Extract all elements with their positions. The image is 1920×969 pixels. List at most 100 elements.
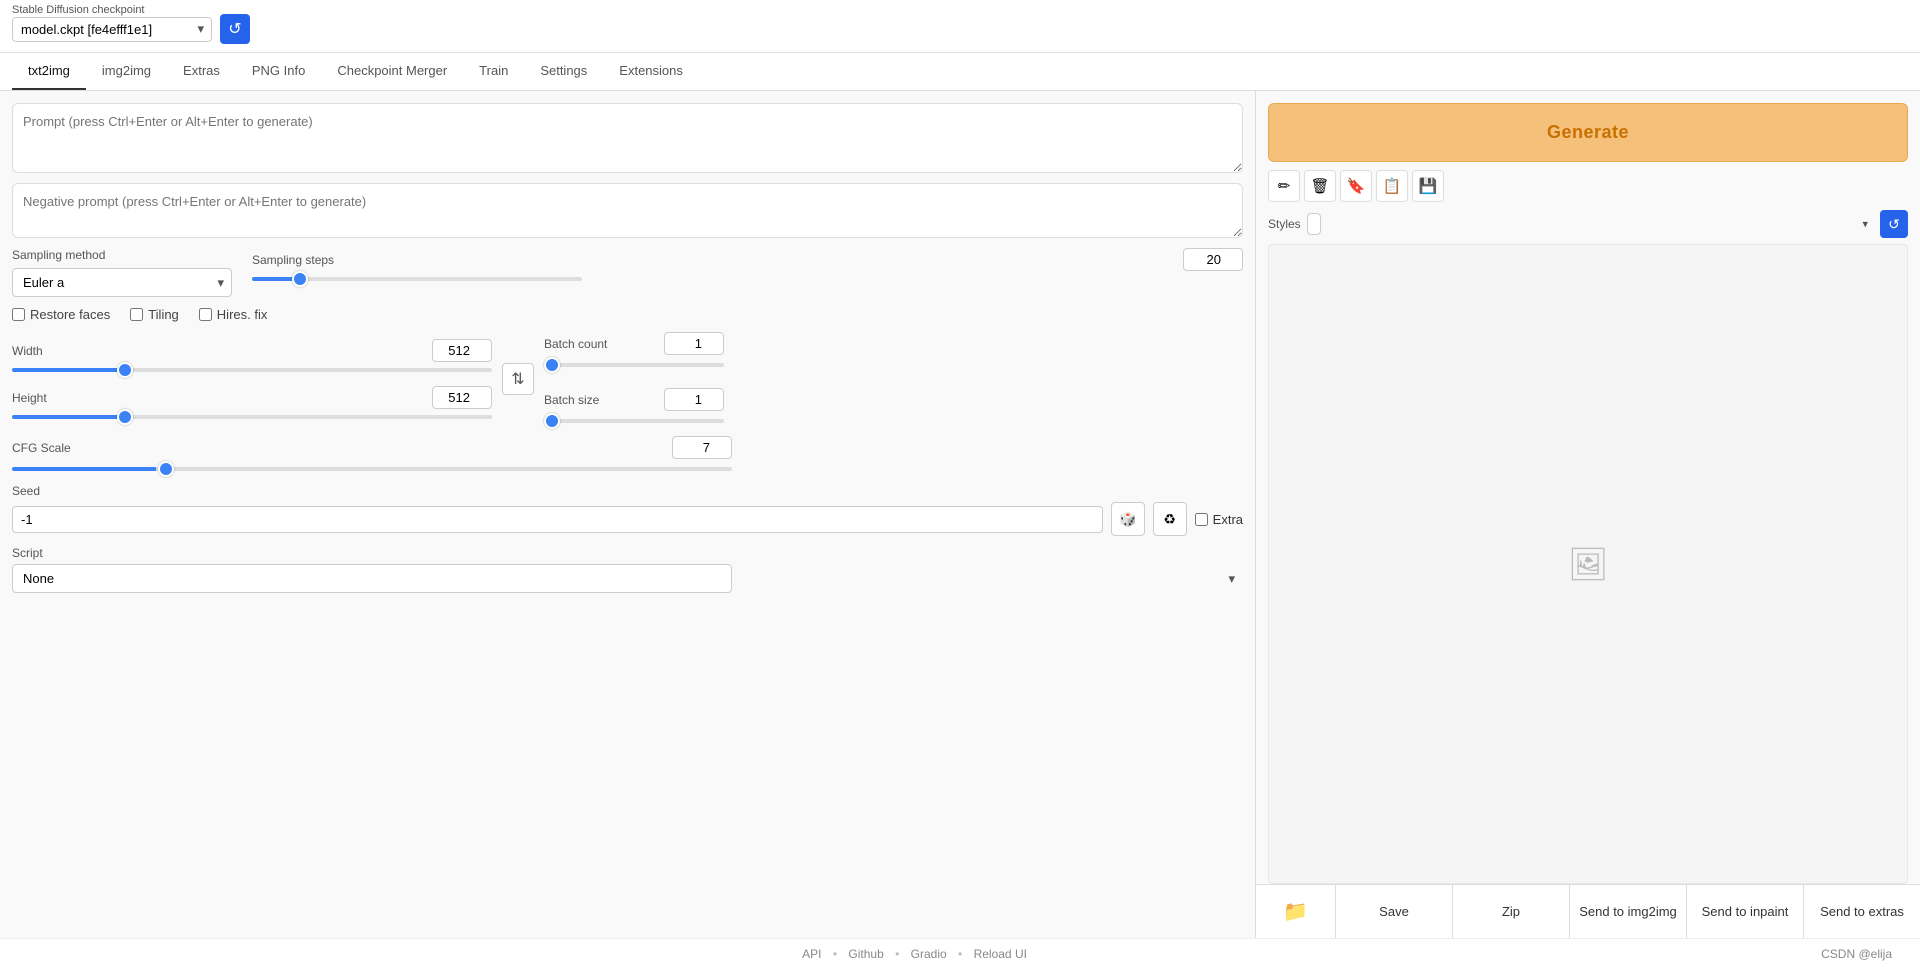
styles-refresh-button[interactable]: ↺ <box>1880 210 1908 238</box>
positive-prompt-input[interactable] <box>12 103 1243 173</box>
main-content: Sampling method Euler a Euler LMS Heun D… <box>0 91 1920 938</box>
script-select-wrapper: None <box>12 564 1243 593</box>
right-panel: Generate ✏ 🗑 🔖 📋 💾 Styles ↺ <box>1255 91 1920 938</box>
open-folder-button[interactable]: 📁 <box>1256 885 1336 938</box>
zip-button[interactable]: Zip <box>1453 885 1570 938</box>
sampling-method-select[interactable]: Euler a Euler LMS Heun DPM2 DPM++ 2M DDI… <box>12 268 232 297</box>
tab-checkpoint-merger[interactable]: Checkpoint Merger <box>321 53 463 90</box>
restore-faces-checkbox-label[interactable]: Restore faces <box>12 307 110 322</box>
image-preview-area: 🖼 <box>1268 244 1908 884</box>
sampling-steps-label: Sampling steps <box>252 253 334 267</box>
dimensions-section: Width Height ⇅ Batch count <box>12 332 724 426</box>
seed-extra-checkbox[interactable] <box>1195 513 1208 526</box>
tab-img2img[interactable]: img2img <box>86 53 167 90</box>
tab-bar: txt2img img2img Extras PNG Info Checkpoi… <box>0 53 1920 91</box>
styles-select-wrapper <box>1307 213 1874 235</box>
sampling-steps-group: Sampling steps <box>252 248 1243 281</box>
hires-fix-checkbox[interactable] <box>199 308 212 321</box>
seed-section: Seed 🎲 ♻ Extra <box>12 484 1243 536</box>
checkpoint-label: Stable Diffusion checkpoint <box>12 4 145 16</box>
seed-extra-text: Extra <box>1213 512 1243 527</box>
seed-dice-button[interactable]: 🎲 <box>1111 502 1145 536</box>
restore-faces-checkbox[interactable] <box>12 308 25 321</box>
tab-settings[interactable]: Settings <box>524 53 603 90</box>
footer-github-link[interactable]: Github <box>848 947 883 961</box>
hires-fix-checkbox-label[interactable]: Hires. fix <box>199 307 268 322</box>
checkpoint-refresh-button[interactable]: ↺ <box>220 14 250 44</box>
hires-fix-label: Hires. fix <box>217 307 268 322</box>
height-number[interactable] <box>432 386 492 409</box>
sampling-steps-number[interactable] <box>1183 248 1243 271</box>
width-label: Width <box>12 344 43 358</box>
cfg-scale-label: CFG Scale <box>12 441 71 455</box>
footer-credit: CSDN @elija <box>1821 947 1892 961</box>
script-section: Script None <box>12 546 1243 593</box>
save-icon-button[interactable]: 💾 <box>1412 170 1444 202</box>
seed-input[interactable] <box>12 506 1103 533</box>
bookmark-button[interactable]: 🔖 <box>1340 170 1372 202</box>
model-select[interactable]: model.ckpt [fe4efff1e1] <box>12 17 212 42</box>
styles-select[interactable] <box>1307 213 1321 235</box>
toolbar-row: ✏ 🗑 🔖 📋 💾 <box>1268 170 1908 202</box>
left-panel: Sampling method Euler a Euler LMS Heun D… <box>0 91 1255 938</box>
styles-label: Styles <box>1268 217 1301 231</box>
footer-dot-1: • <box>833 947 837 961</box>
seed-recycle-button[interactable]: ♻ <box>1153 502 1187 536</box>
save-button[interactable]: Save <box>1336 885 1453 938</box>
sampling-steps-slider[interactable] <box>252 277 582 281</box>
sampling-row: Sampling method Euler a Euler LMS Heun D… <box>12 248 1243 297</box>
footer-reload-link[interactable]: Reload UI <box>974 947 1027 961</box>
send-to-extras-button[interactable]: Send to extras <box>1804 885 1920 938</box>
footer-dot-3: • <box>958 947 962 961</box>
batch-section: Batch count Batch size <box>544 332 724 426</box>
batch-count-slider[interactable] <box>544 363 724 367</box>
batch-count-group: Batch count <box>544 332 724 370</box>
batch-size-number[interactable] <box>664 388 724 411</box>
batch-size-group: Batch size <box>544 388 724 426</box>
width-group: Width Height <box>12 339 492 419</box>
height-label: Height <box>12 391 47 405</box>
footer-api-link[interactable]: API <box>802 947 821 961</box>
styles-row: Styles ↺ <box>1268 210 1908 238</box>
footer-gradio-link[interactable]: Gradio <box>911 947 947 961</box>
send-to-inpaint-button[interactable]: Send to inpaint <box>1687 885 1804 938</box>
tiling-label: Tiling <box>148 307 179 322</box>
dimensions-batch-row: Width Height ⇅ Batch count <box>12 332 1243 426</box>
footer: API • Github • Gradio • Reload UI CSDN @… <box>0 938 1920 969</box>
image-placeholder-icon: 🖼 <box>1568 545 1609 583</box>
script-select[interactable]: None <box>12 564 732 593</box>
swap-dimensions-button[interactable]: ⇅ <box>502 363 534 395</box>
top-bar: Stable Diffusion checkpoint model.ckpt [… <box>0 0 1920 53</box>
cfg-scale-number[interactable] <box>672 436 732 459</box>
tab-txt2img[interactable]: txt2img <box>12 53 86 90</box>
model-select-wrapper: model.ckpt [fe4efff1e1] <box>12 17 212 42</box>
tab-train[interactable]: Train <box>463 53 524 90</box>
width-slider[interactable] <box>12 368 492 372</box>
right-panel-controls: Generate ✏ 🗑 🔖 📋 💾 Styles ↺ <box>1256 91 1920 244</box>
clipboard-button[interactable]: 📋 <box>1376 170 1408 202</box>
script-label: Script <box>12 546 1243 560</box>
restore-faces-label: Restore faces <box>30 307 110 322</box>
height-slider[interactable] <box>12 415 492 419</box>
bottom-actions: 📁 Save Zip Send to img2img Send to inpai… <box>1256 884 1920 938</box>
generate-button[interactable]: Generate <box>1268 103 1908 162</box>
tab-png-info[interactable]: PNG Info <box>236 53 321 90</box>
tab-extras[interactable]: Extras <box>167 53 236 90</box>
send-to-img2img-button[interactable]: Send to img2img <box>1570 885 1687 938</box>
trash-button[interactable]: 🗑 <box>1304 170 1336 202</box>
tiling-checkbox-label[interactable]: Tiling <box>130 307 179 322</box>
seed-extra-label[interactable]: Extra <box>1195 512 1243 527</box>
width-number[interactable] <box>432 339 492 362</box>
negative-prompt-input[interactable] <box>12 183 1243 238</box>
cfg-scale-slider[interactable] <box>12 467 732 471</box>
batch-count-number[interactable] <box>664 332 724 355</box>
seed-label: Seed <box>12 484 1243 498</box>
cfg-scale-group: CFG Scale <box>12 436 1243 474</box>
footer-dot-2: • <box>895 947 899 961</box>
tab-extensions[interactable]: Extensions <box>603 53 699 90</box>
batch-size-label: Batch size <box>544 393 599 407</box>
seed-row: 🎲 ♻ Extra <box>12 502 1243 536</box>
pencil-button[interactable]: ✏ <box>1268 170 1300 202</box>
tiling-checkbox[interactable] <box>130 308 143 321</box>
batch-size-slider[interactable] <box>544 419 724 423</box>
